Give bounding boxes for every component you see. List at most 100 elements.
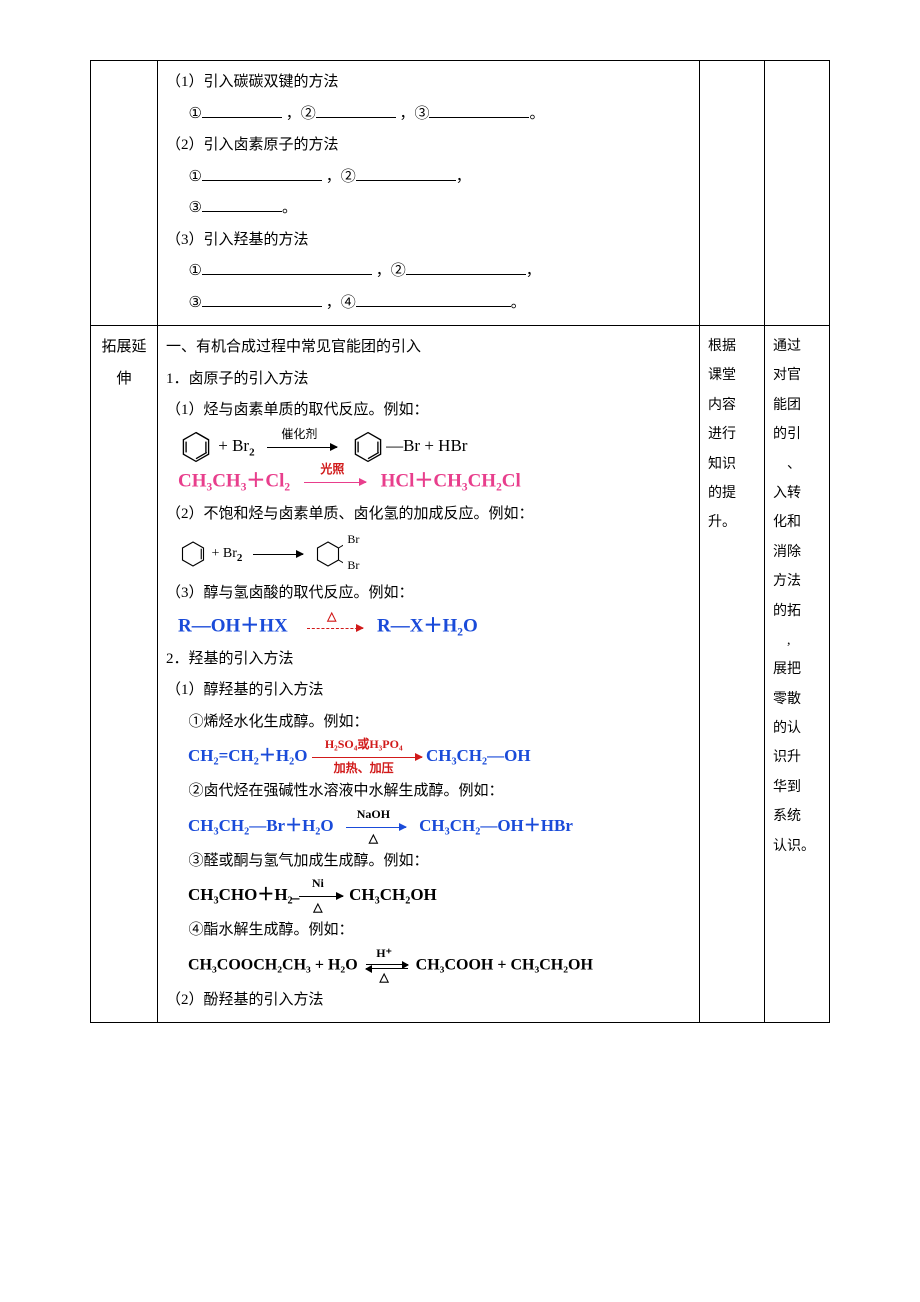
blank xyxy=(406,259,526,275)
lhs: CH₃COOCH₂CH₃ + H₂O xyxy=(188,956,358,973)
arrow-bot: 加热、加压 xyxy=(312,762,416,774)
row2-head-text: 拓展延伸 xyxy=(99,332,149,395)
eq6: CH₃CH₂—Br＋H₂O NaOH △ CH₃CH₂—OH＋HBr xyxy=(188,812,691,842)
p11: （1）烃与卤素单质的取代反应。例如： xyxy=(166,395,691,427)
row2-col4: 通过 对官 能团 的引 入、转 化和 消除 方法 的拓 展,把 零散 的认 识升… xyxy=(765,326,830,1023)
arrow-top: H⁺ xyxy=(366,947,403,959)
eq8: CH₃COOCH₂CH₃ + H₂O H⁺ △ CH₃COOH + CH₃CH₂… xyxy=(188,951,691,981)
blank xyxy=(356,291,511,307)
lbl-2: ，② xyxy=(286,106,316,122)
eq4: R—OH＋HX △ R—X＋H₂O xyxy=(178,612,691,642)
eq1: + Br2 催化剂 —Br + HBr xyxy=(178,429,691,465)
q2: （2）引入卤素原子的方法 xyxy=(166,130,691,162)
end-dot: 。 xyxy=(529,106,544,122)
br1: Br xyxy=(347,530,359,548)
row1-col3 xyxy=(700,61,765,326)
p22: （2）酚羟基的引入方法 xyxy=(166,985,691,1017)
eq3: + Br2 Br Br xyxy=(178,532,691,576)
q2-blanks-line1: ① ，② ， xyxy=(166,162,691,194)
arrow-icon: H₂SO₄或H₃PO₄ 加热、加压 xyxy=(312,742,422,772)
blank xyxy=(202,165,322,181)
end-dot: 。 xyxy=(282,200,297,216)
lhs: R—OH＋HX xyxy=(178,615,288,636)
lbl-1: ① xyxy=(189,263,202,279)
rhs: Br + HBr xyxy=(403,435,467,454)
p13: （3）醇与氢卤酸的取代反应。例如： xyxy=(166,578,691,610)
comma: ， xyxy=(526,263,541,279)
blank xyxy=(429,102,529,118)
page: （1）引入碳碳双键的方法 ① ，② ，③。 （2）引入卤素原子的方法 ① ，②，… xyxy=(0,0,920,1063)
arrow-bot: △ xyxy=(346,832,400,844)
arrow-top: Ni xyxy=(299,877,337,889)
lbl-1: ① xyxy=(189,169,202,185)
q3-blanks-line2: ③ ，④。 xyxy=(166,288,691,320)
arrow-cond: 催化剂 xyxy=(267,428,331,440)
arrow-top: H₂SO₄或H₃PO₄ xyxy=(312,738,416,750)
arrow-cond: 光照 xyxy=(304,463,360,475)
h1: 一、有机合成过程中常见官能团的引入 xyxy=(166,332,691,364)
arrow-cond: △ xyxy=(307,610,357,622)
rhs: CH₃CH₂—OH xyxy=(426,746,531,765)
arrow-icon xyxy=(253,539,303,569)
lbl-1: ① xyxy=(189,106,202,122)
s2: 2．羟基的引入方法 xyxy=(166,644,691,676)
arrow-icon: 光照 xyxy=(304,467,366,497)
arrow-icon: NaOH △ xyxy=(346,812,406,842)
blank xyxy=(356,165,456,181)
row1-head xyxy=(91,61,158,326)
lbl-2: ，② xyxy=(376,263,406,279)
end-dot: 。 xyxy=(511,295,526,311)
row1-content: （1）引入碳碳双键的方法 ① ，② ，③。 （2）引入卤素原子的方法 ① ，②，… xyxy=(158,61,700,326)
row2-col3: 根据 课堂 内容 进行 知识 的提 升。 xyxy=(700,326,765,1023)
comma: ， xyxy=(456,169,471,185)
rhs: CH₃COOH + CH₃CH₂OH xyxy=(416,956,593,973)
lbl-4: ，④ xyxy=(326,295,356,311)
main-table: （1）引入碳碳双键的方法 ① ，② ，③。 （2）引入卤素原子的方法 ① ，②，… xyxy=(90,60,830,1023)
arrow-bot: △ xyxy=(366,971,403,983)
rhs: CH₃CH₂—OH＋HBr xyxy=(419,815,573,834)
blank xyxy=(316,102,396,118)
blank xyxy=(202,196,282,212)
p21b: ②卤代烃在强碱性水溶液中水解生成醇。例如： xyxy=(166,776,691,808)
blank xyxy=(202,102,282,118)
p21c: ③醛或酮与氢气加成生成醇。例如： xyxy=(166,846,691,878)
q3: （3）引入羟基的方法 xyxy=(166,225,691,257)
lhs: CH₃CH₂—Br＋H₂O xyxy=(188,815,334,834)
q3-blanks-line1: ① ，② ， xyxy=(166,256,691,288)
arrow-bot: △ xyxy=(299,901,337,913)
sub: 2 xyxy=(249,446,255,458)
benzene-icon xyxy=(178,429,214,465)
q2-blanks-line2: ③。 xyxy=(166,193,691,225)
br2: Br xyxy=(347,556,359,574)
eq5: CH₂=CH₂＋H₂O H₂SO₄或H₃PO₄ 加热、加压 CH₃CH₂—OH xyxy=(188,742,691,772)
row2-head: 拓展延伸 xyxy=(91,326,158,1023)
lhs: CH₃CHO＋H₂ xyxy=(188,885,293,904)
arrow-icon: △ xyxy=(307,612,363,642)
arrow-icon: – Ni △ xyxy=(299,881,343,911)
p12: （2）不饱和烃与卤素单质、卤化氢的加成反应。例如： xyxy=(166,499,691,531)
dibromocyclohexane-icon: Br Br xyxy=(313,532,343,576)
rhs: CH₃CH₂OH xyxy=(349,885,437,904)
lbl-2: ，② xyxy=(326,169,356,185)
row2-content: 一、有机合成过程中常见官能团的引入 1．卤原子的引入方法 （1）烃与卤素单质的取… xyxy=(158,326,700,1023)
blank xyxy=(202,291,322,307)
benzene-icon xyxy=(350,429,386,465)
arrow-top: NaOH xyxy=(346,808,400,820)
lbl-3: ，③ xyxy=(399,106,429,122)
p21a: ①烯烃水化生成醇。例如： xyxy=(166,707,691,739)
plus: + Br xyxy=(212,546,237,561)
eq7: CH₃CHO＋H₂ – Ni △ CH₃CH₂OH xyxy=(188,881,691,911)
q1-blanks: ① ，② ，③ 。 xyxy=(166,99,691,131)
p21d: ④酯水解生成醇。例如： xyxy=(166,915,691,947)
eq2: CH₃CH₃＋Cl₂ 光照 HCl＋CH₃CH₂Cl xyxy=(178,467,691,497)
lhs: CH₂=CH₂＋H₂O xyxy=(188,746,307,765)
q1: （1）引入碳碳双键的方法 xyxy=(166,67,691,99)
arrow-icon: 催化剂 xyxy=(267,432,337,462)
lhs: CH₃CH₃＋Cl₂ xyxy=(178,470,290,491)
row1-col4 xyxy=(765,61,830,326)
rhs: R—X＋H₂O xyxy=(377,615,478,636)
blank xyxy=(202,259,372,275)
p21: （1）醇羟基的引入方法 xyxy=(166,675,691,707)
s1: 1．卤原子的引入方法 xyxy=(166,364,691,396)
sub: 2 xyxy=(237,552,243,564)
